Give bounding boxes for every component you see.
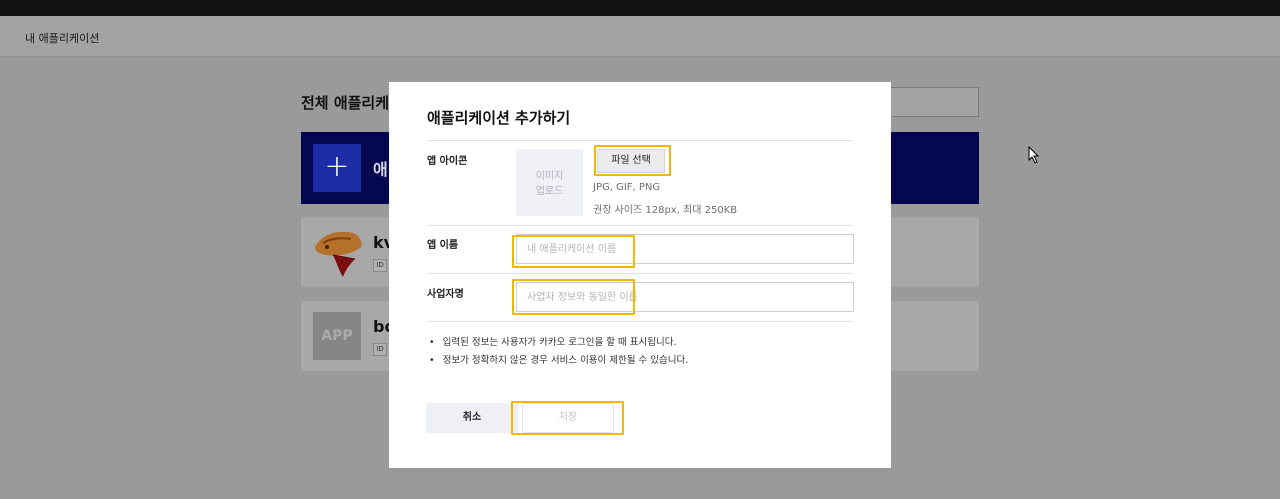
dialog-title: 애플리케이션 추가하기 bbox=[427, 109, 571, 127]
company-name-label: 사업자명 bbox=[427, 289, 464, 300]
mouse-cursor-icon bbox=[1028, 146, 1040, 164]
company-name-input[interactable] bbox=[516, 282, 854, 312]
app-icon-label: 앱 아이콘 bbox=[427, 156, 468, 167]
app-id-tag: ID bbox=[373, 259, 387, 272]
divider bbox=[427, 140, 853, 141]
image-upload-box[interactable]: 이미지 업로드 bbox=[516, 149, 583, 216]
app-id-tag: ID bbox=[373, 343, 387, 356]
sub-header: 내 애플리케이션 bbox=[0, 16, 1280, 57]
top-bar bbox=[0, 0, 1280, 16]
app-list-title: 전체 애플리케이 bbox=[301, 94, 403, 112]
info-note: • 정보가 정확하지 않은 경우 서비스 이용이 제한될 수 있습니다. bbox=[429, 352, 688, 366]
app-name-input[interactable] bbox=[516, 234, 854, 264]
divider bbox=[427, 321, 853, 322]
app-name-label: 앱 이름 bbox=[427, 240, 459, 251]
file-select-button[interactable]: 파일 선택 bbox=[597, 149, 665, 173]
bullet: • bbox=[429, 337, 435, 348]
size-hint: 권장 사이즈 128px, 최대 250KB bbox=[593, 205, 738, 216]
breadcrumb[interactable]: 내 애플리케이션 bbox=[25, 30, 99, 46]
divider bbox=[427, 273, 853, 274]
add-app-dialog: 애플리케이션 추가하기 앱 아이콘 이미지 업로드 파일 선택 JPG, GIF… bbox=[389, 82, 891, 468]
note-text: 입력된 정보는 사용자가 카카오 로그인을 할 때 표시됩니다. bbox=[442, 337, 677, 348]
app-thumbnail-placeholder: APP bbox=[313, 312, 361, 360]
divider bbox=[427, 225, 853, 226]
save-button[interactable]: 저장 bbox=[522, 403, 614, 433]
info-note: • 입력된 정보는 사용자가 카카오 로그인을 할 때 표시됩니다. bbox=[429, 334, 677, 348]
bullet: • bbox=[429, 355, 435, 366]
upload-text: 이미지 bbox=[535, 171, 564, 182]
plus-icon: + bbox=[313, 144, 361, 192]
app-thumbnail-image bbox=[315, 231, 362, 277]
upload-text: 업로드 bbox=[535, 186, 564, 197]
format-hint: JPG, GIF, PNG bbox=[593, 182, 661, 193]
note-text: 정보가 정확하지 않은 경우 서비스 이용이 제한될 수 있습니다. bbox=[442, 355, 689, 366]
cancel-button[interactable]: 취소 bbox=[426, 403, 518, 433]
add-app-label: 애 bbox=[373, 160, 388, 179]
